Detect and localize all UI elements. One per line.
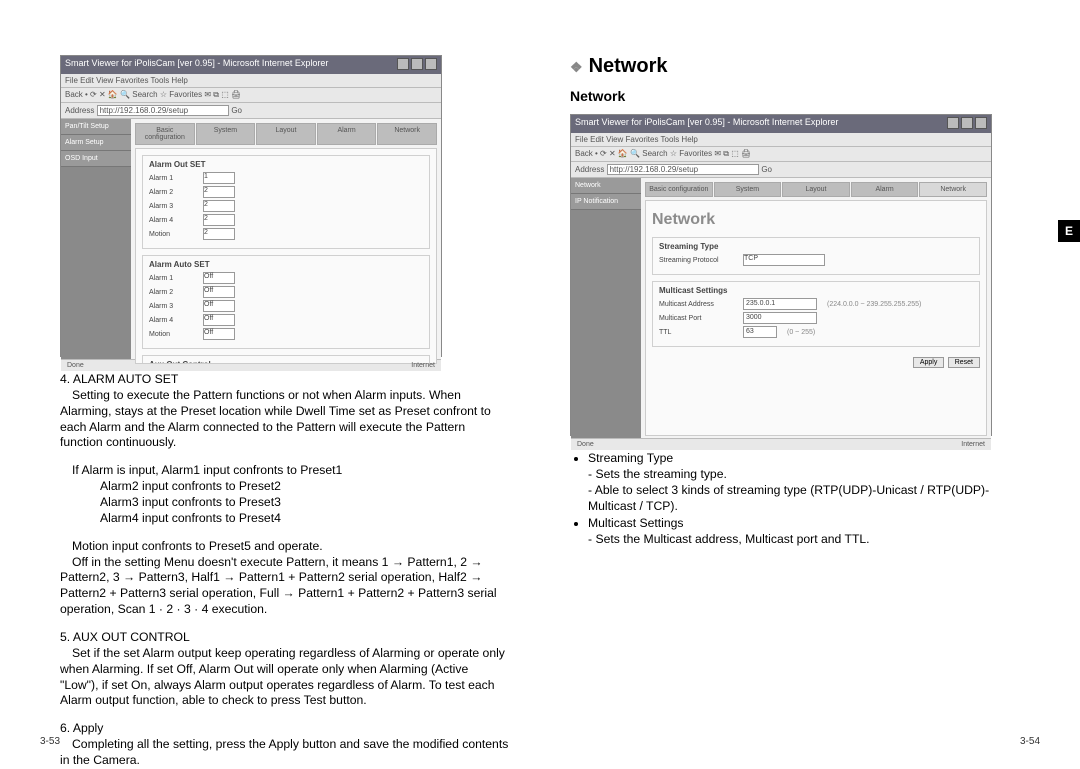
tab-basic[interactable]: Basic configuration bbox=[645, 182, 713, 197]
tab-network[interactable]: Network bbox=[377, 123, 437, 145]
section-4-title: 4. ALARM AUTO SET bbox=[60, 372, 178, 386]
p4-off: Off in the setting Menu doesn't execute … bbox=[60, 555, 497, 617]
tab-layout[interactable]: Layout bbox=[256, 123, 316, 145]
side-tab: E bbox=[1058, 220, 1080, 242]
multicast-port-input[interactable]: 3000 bbox=[743, 312, 817, 324]
tab-alarm[interactable]: Alarm bbox=[851, 182, 919, 197]
window-title: Smart Viewer for iPolisCam [ver 0.95] - … bbox=[65, 58, 328, 72]
screenshot-alarm: Smart Viewer for iPolisCam [ver 0.95] - … bbox=[60, 55, 442, 357]
menubar[interactable]: File Edit View Favorites Tools Help bbox=[571, 133, 991, 147]
window-controls[interactable] bbox=[395, 58, 437, 72]
bullet-streaming-a: - Sets the streaming type. bbox=[588, 467, 1020, 483]
tab-system[interactable]: System bbox=[714, 182, 782, 197]
alarm1-select[interactable]: 1 bbox=[203, 172, 235, 184]
alarm-out-set-legend: Alarm Out SET bbox=[149, 160, 423, 169]
sidebar-item-osd[interactable]: OSD Input bbox=[61, 151, 131, 167]
subsection-heading: Network bbox=[570, 88, 1020, 104]
bullet-multicast-a: - Sets the Multicast address, Multicast … bbox=[588, 532, 1020, 548]
ttl-input[interactable]: 63 bbox=[743, 326, 777, 338]
page-title: Network bbox=[652, 211, 980, 229]
section-heading: ❖Network bbox=[570, 55, 1020, 78]
bullet-streaming-b: - Able to select 3 kinds of streaming ty… bbox=[588, 483, 1020, 515]
window-title: Smart Viewer for iPolisCam [ver 0.95] - … bbox=[575, 117, 838, 131]
alarm-auto-set-legend: Alarm Auto SET bbox=[149, 260, 423, 269]
sidebar-item-alarm[interactable]: Alarm Setup bbox=[61, 135, 131, 151]
tab-system[interactable]: System bbox=[196, 123, 256, 145]
tab-network[interactable]: Network bbox=[919, 182, 987, 197]
bullet-multicast: Multicast Settings bbox=[588, 516, 684, 530]
address-bar[interactable]: Address http://192.168.0.29/setup Go bbox=[571, 162, 991, 178]
section-6-title: 6. Apply bbox=[60, 721, 103, 735]
multicast-legend: Multicast Settings bbox=[659, 286, 973, 295]
menubar[interactable]: File Edit View Favorites Tools Help bbox=[61, 74, 441, 88]
toolbar[interactable]: Back • ⟳ ✕ 🏠 🔍 Search ☆ Favorites ✉ ⧉ ⬚ … bbox=[61, 88, 441, 103]
section-5-text: Set if the set Alarm output keep operati… bbox=[60, 646, 505, 708]
page-number-left: 3-53 bbox=[40, 736, 60, 747]
screenshot-network: Smart Viewer for iPolisCam [ver 0.95] - … bbox=[570, 114, 992, 436]
tab-alarm[interactable]: Alarm bbox=[317, 123, 377, 145]
p4-line2: Alarm2 input confronts to Preset2 bbox=[100, 479, 281, 495]
status-right: Internet bbox=[961, 441, 985, 448]
p4-line1: If Alarm is input, Alarm1 input confront… bbox=[72, 463, 342, 477]
tab-basic[interactable]: Basic configuration bbox=[135, 123, 195, 145]
p4-line3: Alarm3 input confronts to Preset3 bbox=[100, 495, 281, 511]
diamond-icon: ❖ bbox=[570, 59, 583, 75]
section-5-title: 5. AUX OUT CONTROL bbox=[60, 630, 190, 644]
address-bar[interactable]: Address http://192.168.0.29/setup Go bbox=[61, 103, 441, 119]
status-left: Done bbox=[67, 362, 84, 369]
page-number-right: 3-54 bbox=[1020, 736, 1040, 747]
p4-motion: Motion input confronts to Preset5 and op… bbox=[72, 539, 323, 553]
section-6-text: Completing all the setting, press the Ap… bbox=[60, 737, 508, 767]
aux-out-legend: Aux Out Control bbox=[149, 360, 423, 364]
right-page: E ❖Network Network Smart Viewer for iPol… bbox=[540, 0, 1080, 765]
window-controls[interactable] bbox=[945, 117, 987, 131]
tab-layout[interactable]: Layout bbox=[782, 182, 850, 197]
sidebar-item-ipnotif[interactable]: IP Notification bbox=[571, 194, 641, 210]
streaming-type-legend: Streaming Type bbox=[659, 242, 973, 251]
p4-line4: Alarm4 input confronts to Preset4 bbox=[100, 511, 281, 527]
status-left: Done bbox=[577, 441, 594, 448]
left-page: Smart Viewer for iPolisCam [ver 0.95] - … bbox=[0, 0, 540, 765]
reset-button[interactable]: Reset bbox=[948, 357, 980, 368]
apply-button[interactable]: Apply bbox=[913, 357, 945, 368]
sidebar-item-pantilt[interactable]: Pan/Tilt Setup bbox=[61, 119, 131, 135]
toolbar[interactable]: Back • ⟳ ✕ 🏠 🔍 Search ☆ Favorites ✉ ⧉ ⬚ … bbox=[571, 147, 991, 162]
sidebar-item-network[interactable]: Network bbox=[571, 178, 641, 194]
multicast-address-input[interactable]: 235.0.0.1 bbox=[743, 298, 817, 310]
bullet-streaming: Streaming Type bbox=[588, 451, 673, 465]
status-right: Internet bbox=[411, 362, 435, 369]
section-4-text: Setting to execute the Pattern functions… bbox=[60, 388, 491, 450]
streaming-protocol-select[interactable]: TCP bbox=[743, 254, 825, 266]
